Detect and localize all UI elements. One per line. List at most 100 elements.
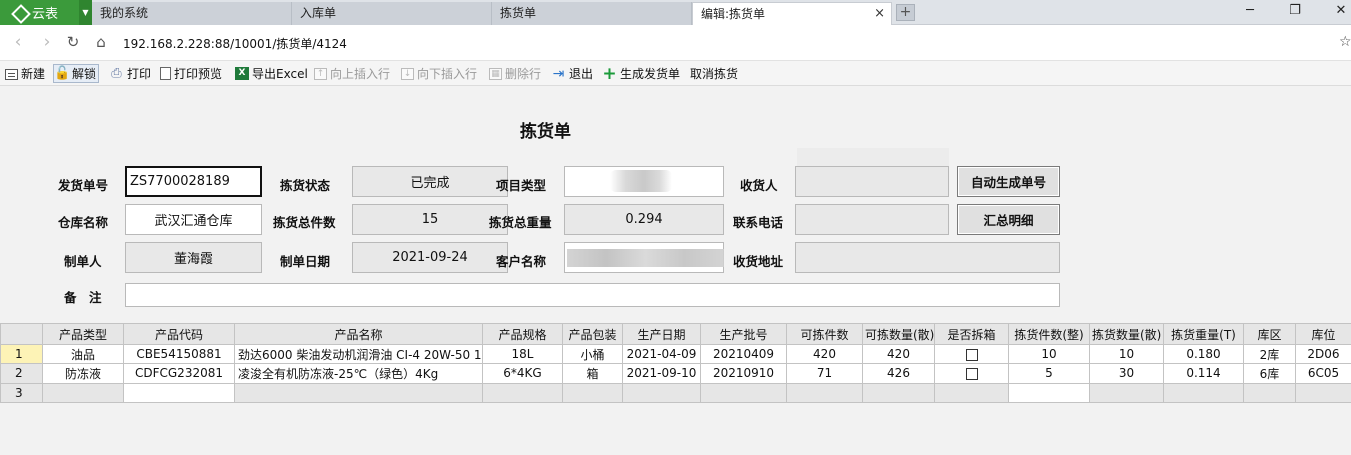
- row-number[interactable]: 3: [0, 382, 43, 404]
- col-header-package[interactable]: 产品包装: [562, 323, 623, 345]
- new-button[interactable]: 新建: [5, 64, 45, 83]
- cell-pick-loose[interactable]: 10: [1089, 343, 1164, 365]
- cell-product-type[interactable]: [42, 382, 124, 404]
- close-tab-icon[interactable]: ×: [874, 3, 885, 25]
- new-tab-icon[interactable]: +: [896, 4, 915, 21]
- cell-package[interactable]: 小桶: [562, 343, 623, 365]
- ship-no-field[interactable]: ZS7700028189: [125, 166, 262, 197]
- cell-available-loose[interactable]: [862, 382, 935, 404]
- cell-spec[interactable]: 6*4KG: [482, 363, 563, 384]
- cell-available-loose[interactable]: 426: [862, 363, 935, 384]
- cell-spec[interactable]: [482, 382, 563, 404]
- unlock-button[interactable]: 🔓 解锁: [53, 64, 100, 83]
- receiver-field[interactable]: [795, 166, 949, 197]
- grid-corner[interactable]: [0, 323, 43, 345]
- cell-pick-pieces[interactable]: 10: [1008, 343, 1090, 365]
- back-icon[interactable]: ‹: [9, 33, 27, 51]
- home-icon[interactable]: ⌂: [92, 33, 110, 51]
- cell-available-loose[interactable]: 420: [862, 343, 935, 365]
- cell-zone[interactable]: 6库: [1243, 363, 1296, 384]
- cell-product-type[interactable]: 油品: [42, 343, 124, 365]
- col-header-batch-no[interactable]: 生产批号: [700, 323, 787, 345]
- tab-my-system[interactable]: 我的系统: [92, 2, 292, 25]
- remark-field[interactable]: [125, 283, 1060, 307]
- cell-package[interactable]: 箱: [562, 363, 623, 384]
- cell-pick-weight[interactable]: [1163, 382, 1244, 404]
- forward-icon[interactable]: ›: [38, 33, 56, 51]
- exit-button[interactable]: ⇥ 退出: [551, 64, 593, 83]
- table-row[interactable]: 2 防冻液 CDFCG232081 凌浚全有机防冻液-25℃（绿色）4Kg 6*…: [0, 363, 1351, 384]
- cell-pick-weight[interactable]: 0.114: [1163, 363, 1244, 384]
- cell-batch-no[interactable]: 20210409: [700, 343, 787, 365]
- cell-pick-loose[interactable]: 30: [1089, 363, 1164, 384]
- summary-button[interactable]: 汇总明细: [957, 204, 1060, 235]
- cell-production-date[interactable]: 2021-04-09: [622, 343, 701, 365]
- cell-product-code[interactable]: CBE54150881: [123, 343, 235, 365]
- col-header-product-code[interactable]: 产品代码: [123, 323, 235, 345]
- cell-batch-no[interactable]: 20210910: [700, 363, 787, 384]
- reload-icon[interactable]: ↻: [64, 33, 82, 51]
- export-excel-button[interactable]: X 导出Excel: [235, 64, 308, 83]
- tab-inbound[interactable]: 入库单: [292, 2, 492, 25]
- cell-product-name[interactable]: 凌浚全有机防冻液-25℃（绿色）4Kg: [234, 363, 483, 384]
- cell-product-type[interactable]: 防冻液: [42, 363, 124, 384]
- cell-location[interactable]: 2D06: [1295, 343, 1351, 365]
- cancel-picking-button[interactable]: 取消拣货: [690, 64, 738, 83]
- cell-pick-loose[interactable]: [1089, 382, 1164, 404]
- unbox-checkbox[interactable]: [965, 367, 978, 380]
- cell-pick-pieces[interactable]: [1008, 382, 1090, 404]
- cell-product-code[interactable]: [123, 382, 235, 404]
- col-header-product-name[interactable]: 产品名称: [234, 323, 483, 345]
- close-window-icon[interactable]: ✕: [1331, 3, 1351, 18]
- col-header-available-pieces[interactable]: 可拣件数: [786, 323, 863, 345]
- delete-row-button[interactable]: ▦ 删除行: [489, 64, 541, 83]
- insert-below-button[interactable]: ↓ 向下插入行: [401, 64, 477, 83]
- cell-available-pieces[interactable]: 420: [786, 343, 863, 365]
- auto-number-button[interactable]: 自动生成单号: [957, 166, 1060, 197]
- cell-production-date[interactable]: [622, 382, 701, 404]
- generate-shipment-button[interactable]: + 生成发货单: [602, 64, 680, 83]
- row-number[interactable]: 2: [0, 363, 43, 384]
- tab-edit-picking[interactable]: 编辑:拣货单 ×: [692, 2, 892, 25]
- cell-spec[interactable]: 18L: [482, 343, 563, 365]
- unbox-checkbox[interactable]: [965, 348, 978, 361]
- brand-menu-chevron-icon[interactable]: ▼: [79, 0, 92, 25]
- cell-location[interactable]: 6C05: [1295, 363, 1351, 384]
- cell-available-pieces[interactable]: [786, 382, 863, 404]
- col-header-pick-weight[interactable]: 拣货重量(T): [1163, 323, 1244, 345]
- print-button[interactable]: ⎙ 打印: [109, 64, 151, 83]
- table-row[interactable]: 1 油品 CBE54150881 劲达6000 柴油发动机润滑油 CI-4 20…: [0, 343, 1351, 365]
- cell-product-code[interactable]: CDFCG232081: [123, 363, 235, 384]
- maximize-icon[interactable]: ❐: [1285, 3, 1305, 18]
- phone-field[interactable]: [795, 204, 949, 235]
- cell-zone[interactable]: [1243, 382, 1296, 404]
- col-header-pick-pieces[interactable]: 拣货件数(整): [1008, 323, 1090, 345]
- cell-batch-no[interactable]: [700, 382, 787, 404]
- col-header-location[interactable]: 库位: [1295, 323, 1351, 345]
- cell-zone[interactable]: 2库: [1243, 343, 1296, 365]
- tab-picking[interactable]: 拣货单: [492, 2, 692, 25]
- address-field[interactable]: [795, 242, 1060, 273]
- cell-pick-weight[interactable]: 0.180: [1163, 343, 1244, 365]
- cell-production-date[interactable]: 2021-09-10: [622, 363, 701, 384]
- warehouse-field[interactable]: 武汉汇通仓库: [125, 204, 262, 235]
- cell-available-pieces[interactable]: 71: [786, 363, 863, 384]
- cell-package[interactable]: [562, 382, 623, 404]
- col-header-spec[interactable]: 产品规格: [482, 323, 563, 345]
- col-header-available-loose[interactable]: 可拣数量(散): [862, 323, 935, 345]
- insert-above-button[interactable]: ↑ 向上插入行: [314, 64, 390, 83]
- cell-product-name[interactable]: [234, 382, 483, 404]
- cell-location[interactable]: [1295, 382, 1351, 404]
- col-header-pick-loose[interactable]: 拣货数量(散): [1089, 323, 1164, 345]
- table-row-empty[interactable]: 3: [0, 382, 1351, 404]
- col-header-zone[interactable]: 库区: [1243, 323, 1296, 345]
- print-preview-button[interactable]: 打印预览: [160, 64, 222, 83]
- row-number[interactable]: 1: [0, 343, 43, 365]
- col-header-production-date[interactable]: 生产日期: [622, 323, 701, 345]
- bookmark-star-icon[interactable]: ☆: [1339, 34, 1351, 50]
- col-header-unbox[interactable]: 是否拆箱: [934, 323, 1009, 345]
- cell-pick-pieces[interactable]: 5: [1008, 363, 1090, 384]
- minimize-icon[interactable]: ─: [1240, 3, 1260, 18]
- cell-unbox[interactable]: [934, 382, 1009, 404]
- col-header-product-type[interactable]: 产品类型: [42, 323, 124, 345]
